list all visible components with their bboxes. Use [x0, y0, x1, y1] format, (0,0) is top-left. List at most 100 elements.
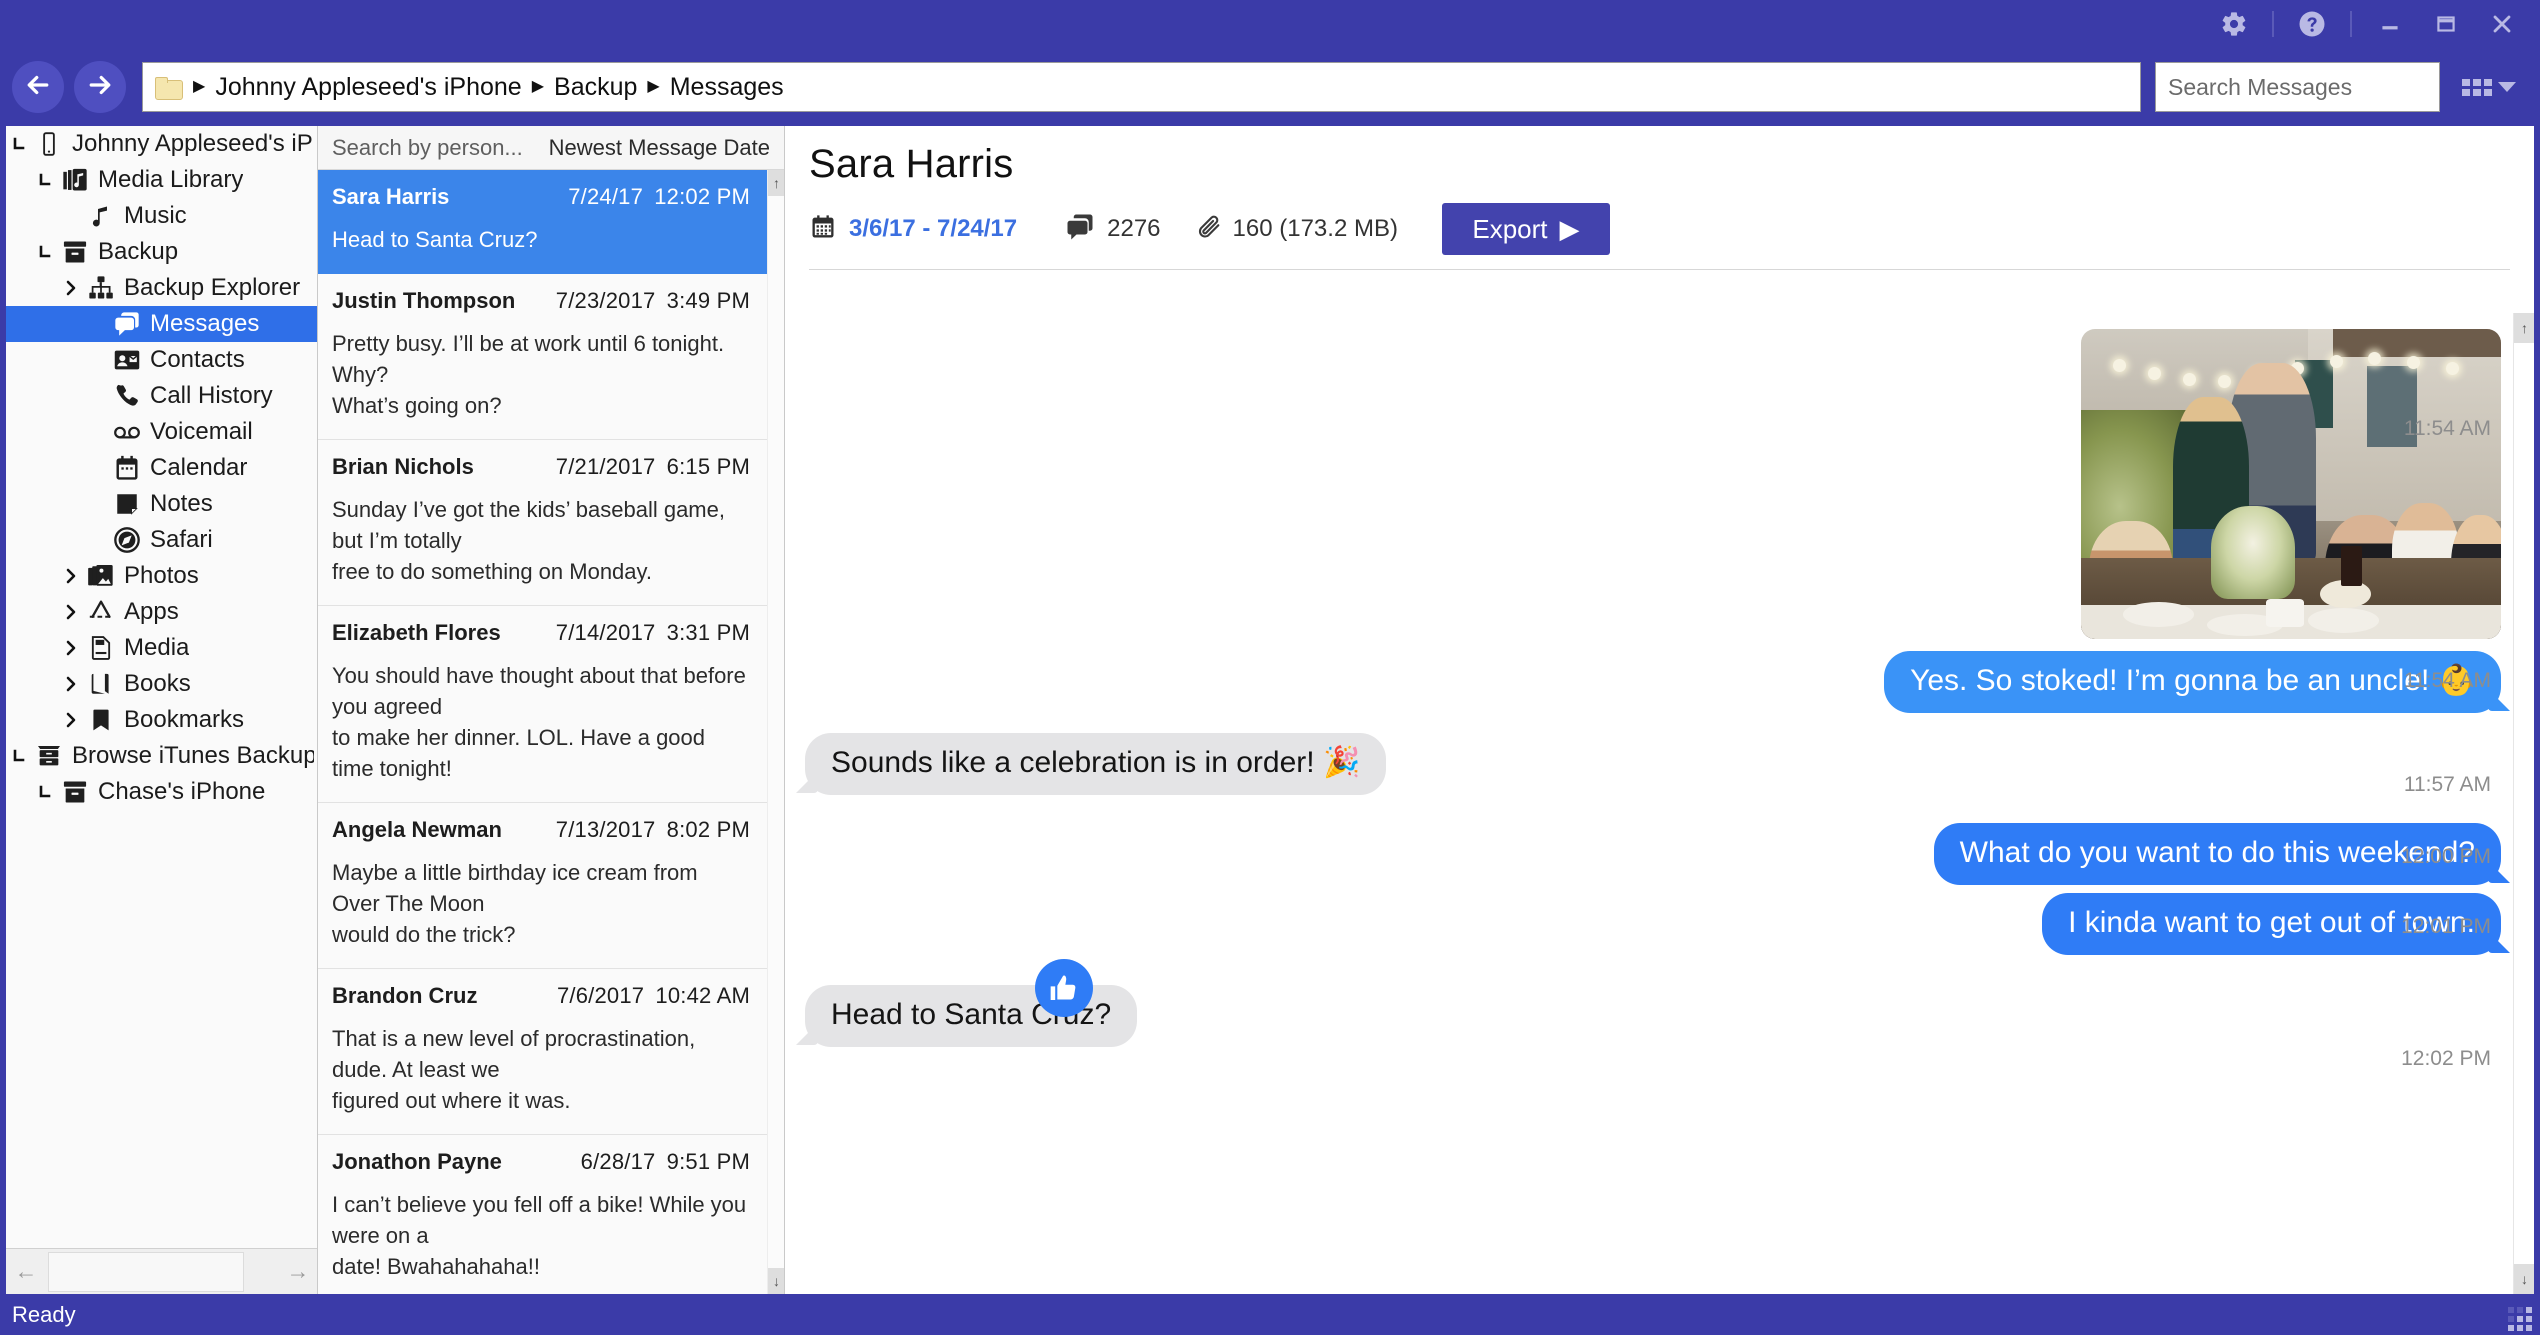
media-icon: [84, 634, 118, 662]
arrow-right-icon: [85, 70, 115, 105]
sort-order-label[interactable]: Newest Message Date: [549, 135, 770, 161]
sidebar-item-call-history[interactable]: Call History: [6, 378, 318, 414]
breadcrumb-item-backup[interactable]: Backup: [548, 73, 643, 102]
sidebar-item-media[interactable]: Media: [6, 630, 318, 666]
search-messages-input[interactable]: Search Messages: [2155, 62, 2440, 112]
conversation-item-header: Jonathon Payne6/28/17 9:51 PM: [332, 1149, 750, 1175]
view-mode-button[interactable]: [2452, 62, 2526, 112]
sidebar-item-label: Books: [118, 670, 191, 698]
scroll-right-button[interactable]: →: [278, 1249, 318, 1295]
chevron-right-icon[interactable]: [58, 639, 84, 657]
title-bar: [0, 0, 2540, 48]
sidebar-item-music[interactable]: Music: [6, 198, 318, 234]
sitemap-icon: [84, 274, 118, 302]
conversation-list-item[interactable]: Jonathon Payne6/28/17 9:51 PMI can’t bel…: [318, 1135, 768, 1294]
conversation-list-item[interactable]: Angela Newman7/13/2017 8:02 PMMaybe a li…: [318, 803, 768, 969]
sidebar-horizontal-scrollbar[interactable]: ← →: [6, 1248, 318, 1294]
sidebar-hscroll-track[interactable]: [46, 1249, 278, 1295]
sidebar-item-backup[interactable]: Backup: [6, 234, 318, 270]
tapback-thumbs-up-icon[interactable]: [1035, 959, 1093, 1017]
conversation-item-datetime: 7/23/2017 3:49 PM: [556, 288, 750, 314]
sidebar-item-label: Notes: [144, 490, 213, 518]
sidebar-item-notes[interactable]: Notes: [6, 486, 318, 522]
message-bubble[interactable]: Sounds like a celebration is in order! 🎉: [805, 733, 1386, 795]
search-by-person-input[interactable]: Search by person...: [332, 135, 523, 161]
conversation-date-range: 3/6/17 - 7/24/17: [849, 215, 1017, 243]
list-scroll-up-button[interactable]: ↑: [768, 170, 785, 196]
thread-scroll-down-button[interactable]: ↓: [2514, 1264, 2534, 1294]
message-timestamp: 12:01 PM: [2401, 915, 2491, 939]
sidebar-item-label: Voicemail: [144, 418, 253, 446]
sidebar-item-voicemail[interactable]: Voicemail: [6, 414, 318, 450]
sidebar-item-contacts[interactable]: Contacts: [6, 342, 318, 378]
sidebar-item-books[interactable]: Books: [6, 666, 318, 702]
chevron-right-icon[interactable]: [58, 675, 84, 693]
breadcrumb-arrow-0: ▶: [189, 76, 209, 96]
sidebar-item-safari[interactable]: Safari: [6, 522, 318, 558]
close-button[interactable]: [2474, 2, 2530, 46]
chevron-right-icon[interactable]: [58, 279, 84, 297]
sidebar-item-calendar[interactable]: Calendar: [6, 450, 318, 486]
maximize-button[interactable]: [2418, 2, 2474, 46]
conversation-list-pane: Search by person... Newest Message Date …: [318, 126, 785, 1294]
sidebar-item-photos[interactable]: Photos: [6, 558, 318, 594]
chevron-right-icon[interactable]: [58, 711, 84, 729]
sidebar-item-messages[interactable]: Messages: [6, 306, 318, 342]
conversation-list-item[interactable]: Elizabeth Flores7/14/2017 3:31 PMYou sho…: [318, 606, 768, 803]
forward-button[interactable]: [74, 61, 126, 113]
thread-scroll-up-button[interactable]: ↑: [2514, 313, 2534, 343]
minimize-button[interactable]: [2362, 2, 2418, 46]
tree-elbow-icon: [32, 784, 58, 800]
message-thread[interactable]: 11:54 AMYes. So stoked! I’m gonna be an …: [785, 313, 2515, 1294]
conversation-list-item[interactable]: Sara Harris7/24/17 12:02 PMHead to Santa…: [318, 170, 768, 274]
sidebar-item-backup-explorer[interactable]: Backup Explorer: [6, 270, 318, 306]
chevron-right-icon[interactable]: [58, 567, 84, 585]
message-row: 11:54 AM: [785, 329, 2515, 639]
conversation-list-item[interactable]: Brian Nichols7/21/2017 6:15 PMSunday I’v…: [318, 440, 768, 606]
sidebar-item-browse-itunes-backups[interactable]: Browse iTunes Backups: [6, 738, 318, 774]
conversation-list[interactable]: Sara Harris7/24/17 12:02 PMHead to Santa…: [318, 170, 768, 1294]
message-photo-attachment[interactable]: [2081, 329, 2501, 639]
conversation-list-item[interactable]: Brandon Cruz7/6/2017 10:42 AMThat is a n…: [318, 969, 768, 1135]
conversation-list-item[interactable]: Justin Thompson7/23/2017 3:49 PMPretty b…: [318, 274, 768, 440]
conversation-title: Sara Harris: [809, 142, 2510, 187]
sidebar-item-johnny-appleseed-s-iphone[interactable]: Johnny Appleseed's iPhone: [6, 126, 318, 162]
sidebar-item-media-library[interactable]: Media Library: [6, 162, 318, 198]
sidebar-item-label: Call History: [144, 382, 273, 410]
chevron-right-icon[interactable]: [58, 603, 84, 621]
resize-grip-icon[interactable]: [2508, 1307, 2532, 1331]
sidebar-item-apps[interactable]: Apps: [6, 594, 318, 630]
breadcrumb-item-device[interactable]: Johnny Appleseed's iPhone: [209, 73, 527, 102]
message-timestamp: 12:00 PM: [2401, 845, 2491, 869]
thread-scrollbar[interactable]: ↑ ↓: [2513, 313, 2534, 1294]
folder-icon: [155, 77, 181, 98]
chevron-right-icon: ▶: [1560, 214, 1580, 245]
photos-stack-icon: [84, 562, 118, 590]
breadcrumb-item-messages[interactable]: Messages: [664, 73, 790, 102]
conversation-item-header: Elizabeth Flores7/14/2017 3:31 PM: [332, 620, 750, 646]
list-scroll-down-button[interactable]: ↓: [768, 1268, 785, 1294]
scroll-left-button[interactable]: ←: [6, 1249, 46, 1295]
breadcrumb-arrow-1: ▶: [528, 76, 548, 96]
export-button[interactable]: Export ▶: [1442, 203, 1610, 255]
sidebar-item-label: Apps: [118, 598, 179, 626]
sidebar-tree: Johnny Appleseed's iPhoneMedia LibraryMu…: [6, 126, 318, 1248]
titlebar-divider-2: [2350, 11, 2352, 37]
sidebar-item-label: Safari: [144, 526, 213, 554]
calendar-icon: [809, 213, 837, 246]
voicemail-icon: [110, 418, 144, 446]
message-out: What do you want to do this weekend?: [785, 823, 2515, 885]
sidebar-item-chase-s-iphone[interactable]: Chase's iPhone: [6, 774, 318, 810]
conversation-list-scrollbar[interactable]: ↑ ↓: [767, 170, 784, 1294]
conversation-item-name: Brandon Cruz: [332, 983, 477, 1009]
breadcrumb[interactable]: ▶ Johnny Appleseed's iPhone ▶ Backup ▶ M…: [142, 62, 2141, 112]
sidebar-hscroll-thumb[interactable]: [48, 1252, 244, 1292]
conversation-item-datetime: 6/28/17 9:51 PM: [581, 1149, 750, 1175]
help-button[interactable]: [2284, 2, 2340, 46]
sidebar-item-bookmarks[interactable]: Bookmarks: [6, 702, 318, 738]
conversation-item-name: Sara Harris: [332, 184, 449, 210]
back-button[interactable]: [12, 61, 64, 113]
conversation-item-snippet: Maybe a little birthday ice cream from O…: [332, 857, 750, 950]
message-row: Head to Santa Cruz?12:02 PM: [785, 985, 2515, 1047]
settings-button[interactable]: [2206, 2, 2262, 46]
